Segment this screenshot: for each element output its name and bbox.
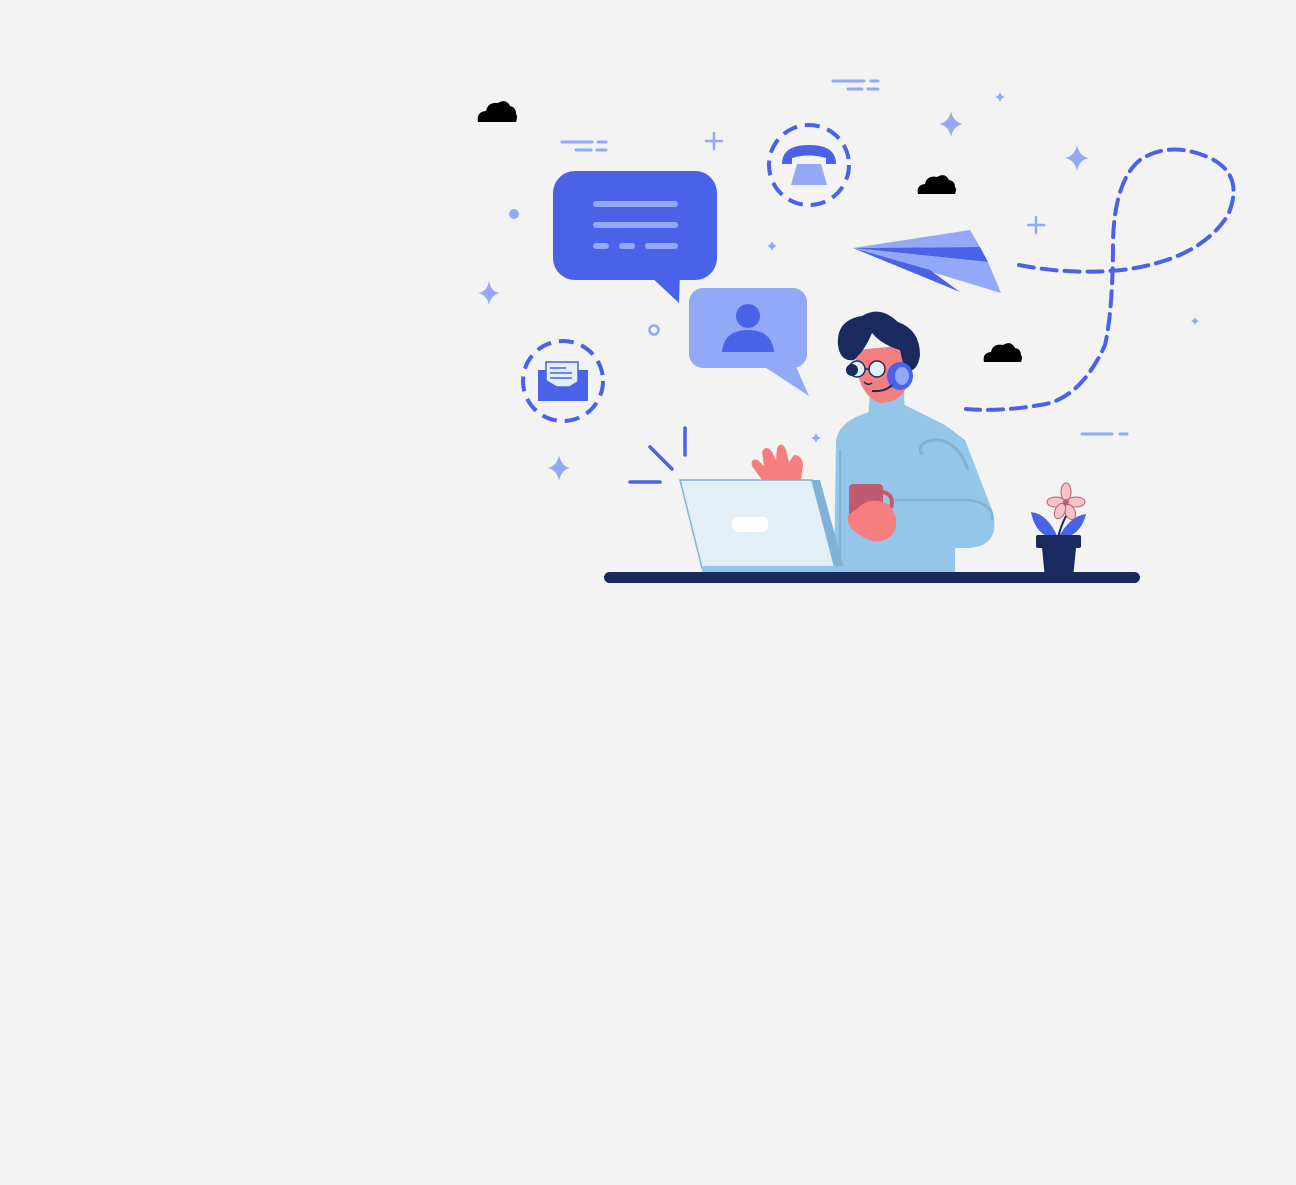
customer-support-illustration <box>0 0 1296 1185</box>
desk <box>604 572 1140 583</box>
dot <box>509 209 519 219</box>
illustration-stage <box>0 0 1296 1185</box>
